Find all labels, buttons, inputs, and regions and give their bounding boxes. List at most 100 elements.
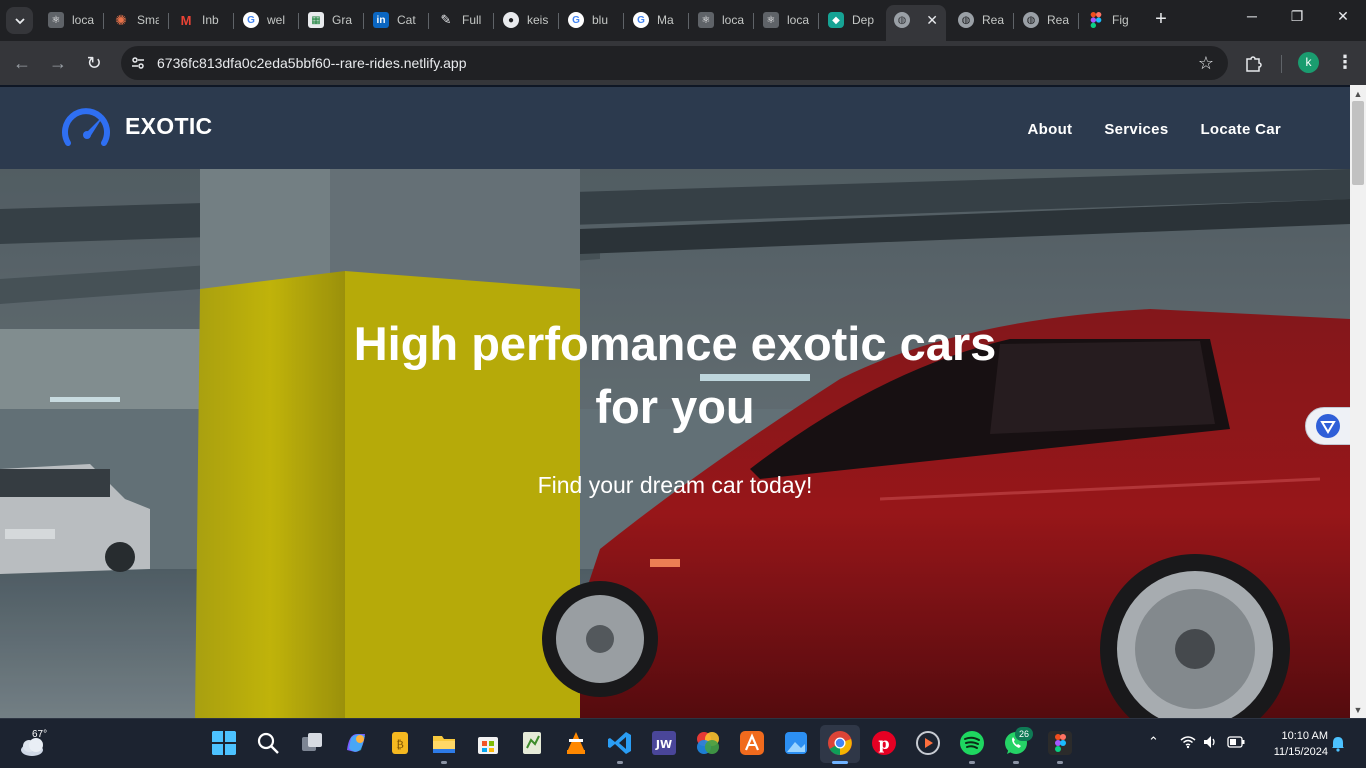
hero-background-image — [0, 169, 1350, 718]
wifi-icon[interactable] — [1180, 735, 1196, 749]
brand[interactable]: EXOTIC — [60, 103, 212, 149]
react-icon: ⚛ — [48, 12, 64, 28]
react-icon: ⚛ — [763, 12, 779, 28]
svg-text:JW: JW — [655, 738, 672, 751]
extensions-puzzle-icon[interactable] — [1244, 53, 1264, 73]
color-wheel-icon[interactable] — [695, 730, 721, 756]
tab-title: loca — [722, 13, 744, 27]
browser-tab[interactable]: ⚛ loca — [40, 5, 104, 35]
browser-tab[interactable]: ◆ Dep — [820, 5, 884, 35]
page-viewport: EXOTIC About Services Locate Car High pe… — [0, 85, 1366, 718]
tab-strip: ⚛ loca ✺ Sma M Inb G wel ▦ Gra in Cat ✎ … — [0, 0, 1366, 41]
task-view-icon[interactable] — [299, 730, 325, 756]
chrome-icon[interactable] — [827, 730, 853, 756]
reload-button[interactable]: ↻ — [82, 53, 106, 73]
restore-button[interactable]: ❐ — [1282, 8, 1312, 25]
file-explorer-icon[interactable] — [431, 730, 457, 756]
site-settings-icon[interactable] — [130, 55, 146, 71]
google-icon: G — [243, 12, 259, 28]
browser-menu-icon[interactable]: ⋮ — [1336, 52, 1354, 73]
nav-locate-car[interactable]: Locate Car — [1200, 121, 1281, 138]
scroll-down-arrow-icon[interactable]: ▼ — [1353, 705, 1363, 715]
url-text[interactable]: 6736fc813dfa0c2eda5bbf60--rare-rides.net… — [157, 55, 467, 71]
running-indicator — [617, 761, 623, 764]
page-scrollbar[interactable]: ▲ ▼ — [1350, 85, 1366, 718]
active-indicator — [832, 761, 848, 764]
close-window-button[interactable]: ✕ — [1328, 8, 1358, 25]
browser-tab[interactable]: M Inb — [170, 5, 234, 35]
media-player-icon[interactable] — [915, 730, 941, 756]
globe-icon: ◍ — [958, 12, 974, 28]
google-icon: G — [568, 12, 584, 28]
jw-library-icon[interactable]: JW — [651, 730, 677, 756]
react-icon: ⚛ — [698, 12, 714, 28]
tab-search-button[interactable] — [6, 7, 33, 34]
address-bar[interactable]: 6736fc813dfa0c2eda5bbf60--rare-rides.net… — [121, 46, 1228, 80]
volume-icon[interactable] — [1203, 735, 1217, 749]
browser-tab[interactable]: G blu — [560, 5, 624, 35]
new-tab-button[interactable]: + — [1150, 8, 1172, 30]
browser-tab[interactable]: in Cat — [365, 5, 429, 35]
tab-title: Rea — [982, 13, 1004, 27]
svg-text:₿: ₿ — [396, 738, 404, 751]
browser-tab[interactable]: ✎ Full — [430, 5, 494, 35]
photos-app-icon[interactable] — [783, 730, 809, 756]
site-header: EXOTIC About Services Locate Car — [0, 85, 1350, 169]
browser-tab[interactable]: G Ma — [625, 5, 689, 35]
nav-about[interactable]: About — [1028, 121, 1073, 138]
back-button[interactable]: ← — [10, 53, 34, 73]
pinterest-icon[interactable]: p — [871, 730, 897, 756]
scroll-up-arrow-icon[interactable]: ▲ — [1353, 89, 1363, 99]
browser-tab[interactable]: ◍ Rea — [950, 5, 1014, 35]
google-icon: G — [633, 12, 649, 28]
browser-tab[interactable]: ⚛ loca — [755, 5, 819, 35]
notification-bell-icon[interactable] — [1331, 736, 1345, 752]
close-tab-icon[interactable]: ✕ — [926, 12, 938, 29]
scroll-thumb[interactable] — [1352, 101, 1364, 185]
figma-icon[interactable] — [1047, 730, 1073, 756]
microsoft-store-icon[interactable] — [475, 730, 501, 756]
browser-tab[interactable]: ▦ Gra — [300, 5, 364, 35]
bookmark-star-icon[interactable]: ☆ — [1198, 53, 1214, 74]
copilot-icon[interactable] — [343, 730, 369, 756]
tab-title: keis — [527, 13, 549, 27]
editor-app-icon[interactable] — [519, 730, 545, 756]
minimize-button[interactable]: ─ — [1237, 8, 1267, 24]
browser-tab[interactable]: G wel — [235, 5, 299, 35]
forward-button[interactable]: → — [46, 53, 70, 73]
tab-title: blu — [592, 13, 609, 27]
browser-tab-active[interactable]: ◍ ✕ — [886, 5, 946, 41]
spotify-icon[interactable] — [959, 730, 985, 756]
show-hidden-icons-chevron-icon[interactable]: ⌃ — [1148, 734, 1159, 750]
linkedin-icon: in — [373, 12, 389, 28]
browser-tab[interactable]: ◍ Rea — [1015, 5, 1079, 35]
browser-tab[interactable]: Fig — [1080, 5, 1144, 35]
globe-icon: ◍ — [894, 12, 910, 28]
clock-time: 10:10 AM — [1281, 730, 1328, 742]
vlc-icon[interactable] — [563, 730, 589, 756]
tab-title: Ma — [657, 13, 674, 27]
hero-title: High perfomance exotic cars for you — [353, 317, 997, 433]
floating-extension-widget[interactable] — [1305, 407, 1350, 445]
tab-title: Full — [462, 13, 482, 27]
windows-start-icon[interactable] — [211, 730, 237, 756]
search-icon[interactable] — [255, 730, 281, 756]
chevron-down-icon — [14, 17, 25, 24]
browser-tab[interactable]: ⚛ loca — [690, 5, 754, 35]
browser-tab[interactable]: ● keis — [495, 5, 559, 35]
tab-title: Fig — [1112, 13, 1129, 27]
vscode-icon[interactable] — [607, 730, 633, 756]
tab-title: Sma — [137, 13, 159, 27]
pen-icon: ✎ — [440, 12, 452, 27]
browser-toolbar: ← → ↻ 6736fc813dfa0c2eda5bbf60--rare-rid… — [0, 41, 1366, 85]
running-indicator — [441, 761, 447, 764]
battery-icon[interactable] — [1227, 736, 1245, 748]
notes-app-icon[interactable]: ₿ — [387, 730, 413, 756]
office-app-icon[interactable] — [739, 730, 765, 756]
profile-avatar[interactable]: k — [1298, 52, 1319, 73]
hero-section: High perfomance exotic cars for you Find… — [0, 169, 1350, 718]
browser-tab[interactable]: ✺ Sma — [105, 5, 169, 35]
sheet-icon: ▦ — [308, 12, 324, 28]
system-clock[interactable]: 10:10 AM 11/15/2024 — [1258, 728, 1328, 760]
nav-services[interactable]: Services — [1104, 121, 1168, 138]
